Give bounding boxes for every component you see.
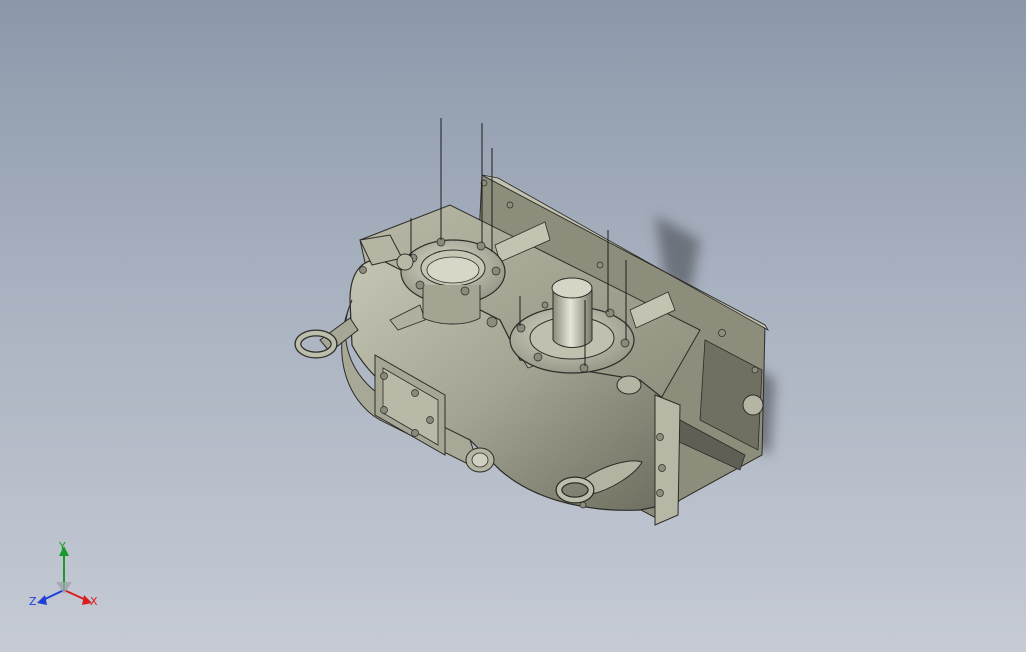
housing <box>341 204 701 526</box>
x-axis-label: X <box>90 595 98 608</box>
z-axis-label: Z <box>29 595 37 608</box>
drain-plug <box>465 447 495 473</box>
view-triad[interactable]: Y X Z <box>26 538 106 614</box>
graphics-viewport[interactable]: Y X Z <box>0 0 1026 652</box>
gearbox-model[interactable] <box>0 0 1026 652</box>
y-axis-label: Y <box>59 540 66 553</box>
lifting-eye-left <box>294 317 359 359</box>
output-shaft <box>551 277 593 348</box>
